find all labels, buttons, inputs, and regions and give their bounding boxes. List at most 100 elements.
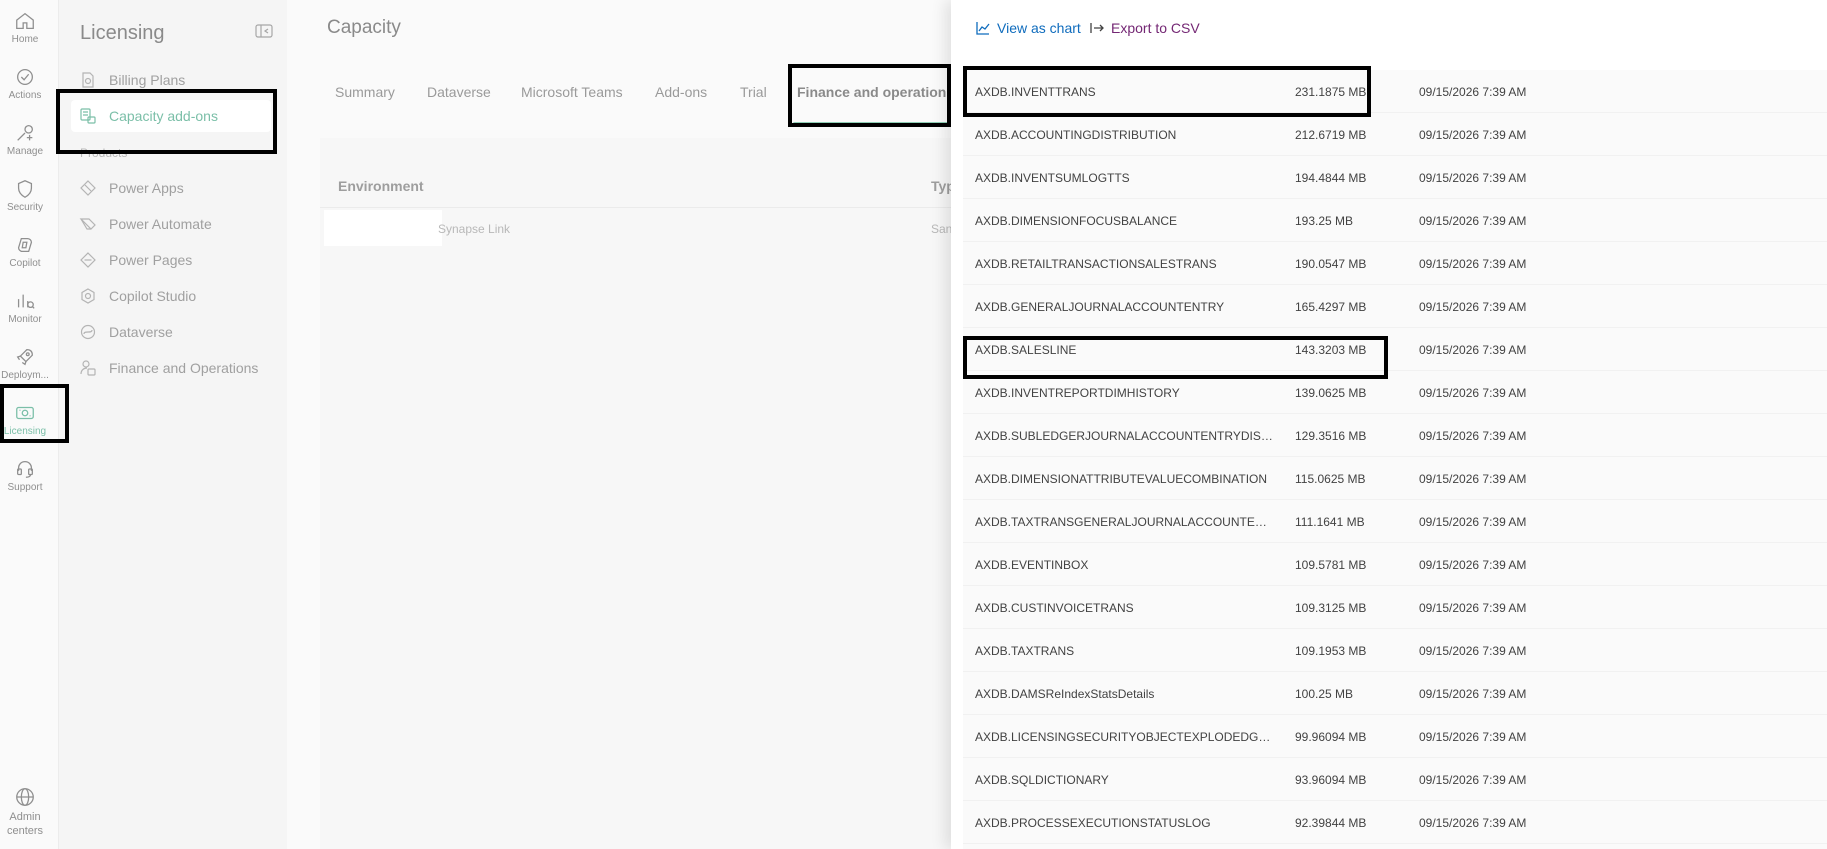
rail-label-actions: Actions (8, 90, 42, 101)
table-row[interactable]: AXDB.DIMENSIONATTRIBUTEVALUECOMBINATION … (963, 457, 1827, 500)
tab-trial[interactable]: Trial (740, 84, 767, 100)
nav-item-power-pages[interactable]: Power Pages (71, 244, 271, 276)
shield-icon (17, 180, 33, 198)
environment-table: Environment Typ Synapse Link San (320, 138, 955, 849)
nav-item-dataverse[interactable]: Dataverse (71, 316, 271, 348)
rail-label-admin-centers: Admin centers (6, 811, 44, 837)
table-name: AXDB.SQLDICTIONARY (975, 773, 1109, 787)
table-size-panel: View as chart Export to CSV AXDB.INVENTT… (951, 0, 1827, 849)
rail-item-security[interactable]: Security (0, 172, 50, 226)
table-date: 09/15/2026 7:39 AM (1419, 214, 1527, 228)
nav-item-label: Dataverse (109, 324, 173, 340)
table-size: 193.25 MB (1295, 214, 1354, 228)
table-row[interactable]: AXDB.RETAILTRANSACTIONSALESTRANS 190.054… (963, 242, 1827, 285)
table-size: 194.4844 MB (1295, 171, 1367, 185)
table-row[interactable]: AXDB.SUBLEDGERJOURNALACCOUNTENTRYDISTRIB… (963, 414, 1827, 457)
table-date: 09/15/2026 7:39 AM (1419, 300, 1527, 314)
nav-item-label: Capacity add-ons (109, 108, 218, 124)
rail-item-manage[interactable]: Manage (0, 116, 50, 170)
table-row[interactable]: AXDB.PROCESSEXECUTIONSTATUSLOG 92.39844 … (963, 801, 1827, 844)
tab-add-ons[interactable]: Add-ons (655, 84, 707, 100)
rail-item-monitor[interactable]: Monitor (0, 284, 50, 338)
rail-item-licensing[interactable]: Licensing (0, 396, 50, 450)
tab-summary[interactable]: Summary (335, 84, 395, 100)
rocket-icon (16, 349, 33, 366)
table-date: 09/15/2026 7:39 AM (1419, 730, 1527, 744)
rail-label-copilot: Copilot (9, 258, 41, 269)
table-size: 111.1641 MB (1295, 515, 1365, 529)
environment-name-cell[interactable] (324, 210, 442, 246)
rail-item-deployment[interactable]: Deploym... (0, 340, 50, 394)
table-date: 09/15/2026 7:39 AM (1419, 816, 1527, 830)
table-date: 09/15/2026 7:39 AM (1419, 171, 1527, 185)
table-date: 09/15/2026 7:39 AM (1419, 687, 1527, 701)
table-row[interactable]: AXDB.SQLDICTIONARY 93.96094 MB 09/15/202… (963, 758, 1827, 801)
table-row[interactable]: AXDB.LICENSINGSECURITYOBJECTEXPLODEDGRAP… (963, 715, 1827, 758)
rail-label-home: Home (11, 34, 39, 45)
rail-item-support[interactable]: Support (0, 452, 50, 506)
view-as-chart-button[interactable]: View as chart (975, 20, 1081, 36)
table-date: 09/15/2026 7:39 AM (1419, 773, 1527, 787)
main-content: Capacity Summary Dataverse Microsoft Tea… (287, 0, 959, 849)
copilot-icon (17, 237, 33, 253)
table-row[interactable]: AXDB.SALESLINE 143.3203 MB 09/15/2026 7:… (963, 328, 1827, 371)
table-name: AXDB.RETAILTRANSACTIONSALESTRANS (975, 257, 1217, 271)
rail-item-home[interactable]: Home (0, 4, 50, 58)
nav-item-copilot-studio[interactable]: Copilot Studio (71, 280, 271, 312)
table-row[interactable]: AXDB.INVENTREPORTDIMHISTORY 139.0625 MB … (963, 371, 1827, 414)
tab-dataverse[interactable]: Dataverse (427, 84, 491, 100)
rail-item-admin-centers[interactable]: Admin centers (0, 780, 50, 844)
table-date: 09/15/2026 7:39 AM (1419, 85, 1527, 99)
power-apps-icon (80, 180, 96, 196)
table-row[interactable]: AXDB.CUSTINVOICETRANS 109.3125 MB 09/15/… (963, 586, 1827, 629)
nav-item-billing-plans[interactable]: Billing Plans (71, 64, 271, 96)
nav-section-products: Products (80, 146, 128, 160)
dataverse-icon (80, 324, 96, 340)
finance-operations-icon (80, 360, 96, 376)
table-row[interactable]: AXDB.TAXTRANS 109.1953 MB 09/15/2026 7:3… (963, 629, 1827, 672)
table-size: 115.0625 MB (1295, 472, 1366, 486)
globe-icon (16, 788, 34, 806)
tab-finance-and-operations[interactable]: Finance and operations (797, 84, 954, 100)
tab-microsoft-teams[interactable]: Microsoft Teams (521, 84, 623, 100)
manage-icon (17, 125, 33, 141)
table-date: 09/15/2026 7:39 AM (1419, 644, 1527, 658)
collapse-nav-icon[interactable] (255, 24, 273, 38)
billing-icon (82, 72, 94, 88)
nav-item-capacity-add-ons[interactable]: Capacity add-ons (71, 100, 271, 132)
capacity-icon (80, 108, 96, 124)
export-csv-button[interactable]: Export to CSV (1089, 20, 1200, 36)
rail-item-actions[interactable]: Actions (0, 60, 50, 114)
nav-item-power-automate[interactable]: Power Automate (71, 208, 271, 240)
column-header-environment[interactable]: Environment (338, 178, 424, 194)
table-row[interactable]: AXDB.DIMENSIONFOCUSBALANCE 193.25 MB 09/… (963, 199, 1827, 242)
table-name: AXDB.DIMENSIONATTRIBUTEVALUECOMBINATION (975, 472, 1268, 486)
table-size: 212.6719 MB (1295, 128, 1367, 142)
table-date: 09/15/2026 7:39 AM (1419, 386, 1527, 400)
view-as-chart-label: View as chart (997, 20, 1081, 36)
table-date: 09/15/2026 7:39 AM (1419, 601, 1527, 615)
table-name: AXDB.INVENTTRANS (975, 85, 1096, 99)
export-csv-label: Export to CSV (1111, 20, 1200, 36)
rail-label-monitor: Monitor (8, 314, 42, 325)
table-name: AXDB.DAMSReIndexStatsDetails (975, 687, 1155, 701)
page-title: Capacity (327, 17, 401, 38)
rail-item-copilot[interactable]: Copilot (0, 228, 50, 282)
table-row[interactable]: AXDB.INVENTTRANS 231.1875 MB 09/15/2026 … (963, 70, 1827, 113)
table-size: 99.96094 MB (1295, 730, 1367, 744)
table-row[interactable]: AXDB.GENERALJOURNALACCOUNTENTRY 165.4297… (963, 285, 1827, 328)
table-size: 165.4297 MB (1295, 300, 1367, 314)
table-row[interactable]: AXDB.DAMSReIndexStatsDetails 100.25 MB 0… (963, 672, 1827, 715)
nav-item-finance-and-operations[interactable]: Finance and Operations (71, 352, 271, 384)
table-row[interactable]: AXDB.EVENTINBOX 109.5781 MB 09/15/2026 7… (963, 543, 1827, 586)
table-size: 100.25 MB (1295, 687, 1354, 701)
nav-item-power-apps[interactable]: Power Apps (71, 172, 271, 204)
table-row[interactable]: AXDB.INVENTSUMLOGTTS 194.4844 MB 09/15/2… (963, 156, 1827, 199)
rail-label-manage: Manage (6, 146, 44, 157)
table-name: AXDB.TAXTRANS (975, 644, 1075, 658)
nav-item-label: Power Apps (109, 180, 184, 196)
table-size: 143.3203 MB (1295, 343, 1367, 357)
table-row[interactable]: AXDB.ACCOUNTINGDISTRIBUTION 212.6719 MB … (963, 113, 1827, 156)
table-row[interactable]: AXDB.TAXTRANSGENERALJOURNALACCOUNTENTRY … (963, 500, 1827, 543)
table-size: 109.3125 MB (1295, 601, 1367, 615)
